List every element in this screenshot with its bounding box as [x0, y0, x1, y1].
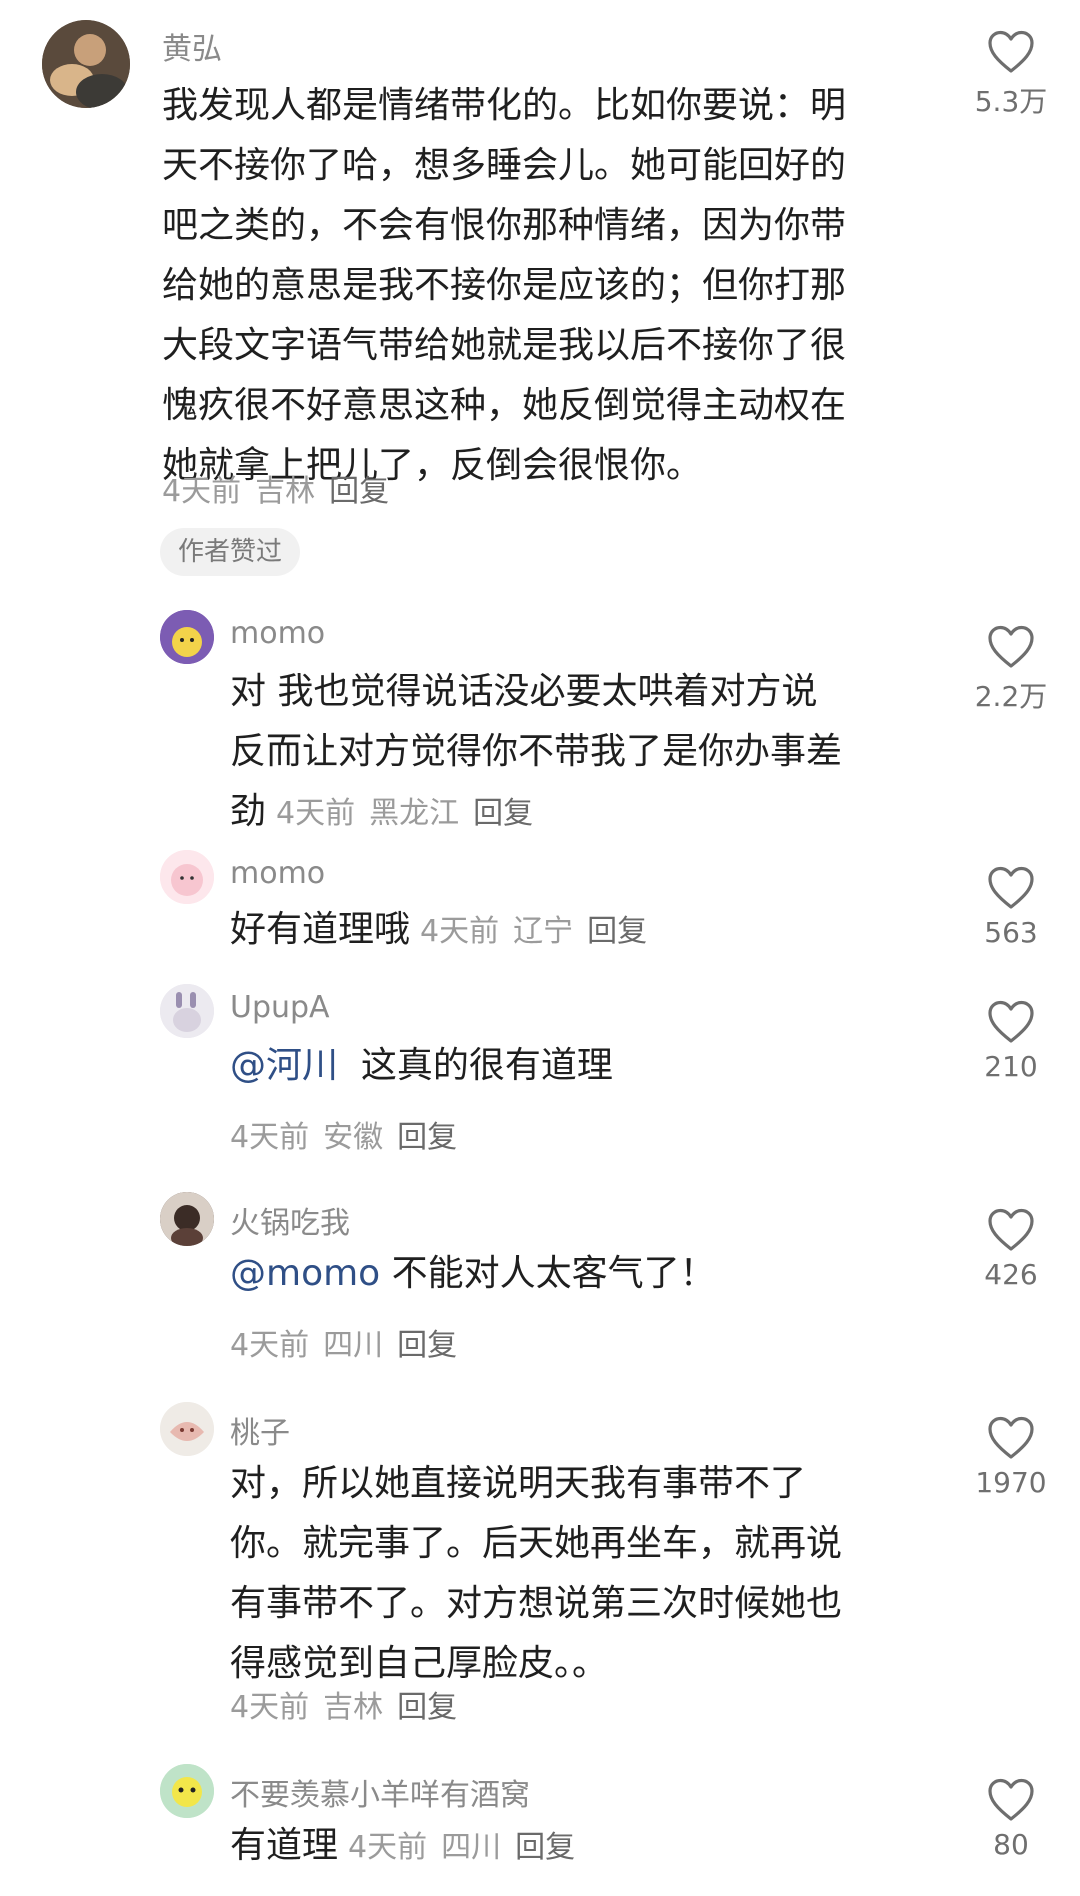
avatar[interactable]: [160, 850, 214, 904]
avatar[interactable]: [42, 20, 130, 108]
heart-outline-icon: [987, 625, 1035, 669]
timestamp: 4天前: [230, 1328, 310, 1363]
reply-button[interactable]: 回复: [515, 1830, 575, 1865]
mention-link[interactable]: @momo: [230, 1253, 380, 1294]
like-button[interactable]: 563: [961, 866, 1061, 949]
heart-outline-icon: [987, 1778, 1035, 1822]
location: 四川: [441, 1830, 502, 1865]
comment-text: 对 我也觉得说话没必要太哄着对方说 反而让对方觉得你不带我了是你办事差 劲 4天前…: [230, 671, 843, 832]
like-button[interactable]: 210: [961, 1000, 1061, 1083]
username[interactable]: 火锅吃我: [230, 1198, 350, 1242]
timestamp: 4天前: [162, 474, 242, 509]
username[interactable]: 黄弘: [162, 24, 222, 68]
username[interactable]: momo: [230, 856, 325, 891]
like-count: 2.2万: [974, 680, 1048, 713]
timestamp: 4天前: [230, 1120, 310, 1155]
username[interactable]: 桃子: [230, 1408, 290, 1452]
username[interactable]: 不要羡慕小羊咩有酒窝: [230, 1770, 530, 1814]
location: 辽宁: [513, 914, 574, 949]
timestamp: 4天前: [420, 914, 500, 949]
like-count: 210: [984, 1050, 1038, 1083]
comment-meta: 4天前 黑龙江 回复: [276, 796, 547, 831]
comment-meta: 4天前 辽宁 回复: [420, 914, 661, 949]
avatar[interactable]: [160, 984, 214, 1038]
comment-text: @河川 这真的很有道理: [230, 1045, 613, 1086]
heart-outline-icon: [987, 30, 1035, 74]
location: 四川: [323, 1328, 384, 1363]
like-button[interactable]: 80: [961, 1778, 1061, 1861]
reply-button[interactable]: 回复: [329, 474, 389, 509]
comment-text: @momo 不能对人太客气了！: [230, 1253, 716, 1294]
comment-meta: 4天前 四川 回复: [230, 1320, 471, 1364]
location: 黑龙江: [369, 796, 460, 831]
reply-button[interactable]: 回复: [397, 1120, 457, 1155]
author-liked-badge: 作者赞过: [160, 528, 301, 576]
heart-outline-icon: [987, 1416, 1035, 1460]
timestamp: 4天前: [348, 1830, 428, 1865]
comment-meta: 4天前 吉林 回复: [230, 1682, 471, 1726]
location: 吉林: [323, 1690, 384, 1725]
like-button[interactable]: 1970: [961, 1416, 1061, 1499]
like-button[interactable]: 426: [961, 1208, 1061, 1291]
like-button[interactable]: 2.2万: [961, 625, 1061, 715]
username[interactable]: momo: [230, 616, 325, 651]
heart-outline-icon: [987, 1000, 1035, 1044]
comment-meta: 4天前 安徽 回复: [230, 1112, 471, 1156]
reply-button[interactable]: 回复: [397, 1328, 457, 1363]
comment-text: 我发现人都是情绪带化的。比如你要说：明 天不接你了哈，想多睡会儿。她可能回好的 …: [162, 85, 847, 486]
comment-text: 好有道理哦 4天前 辽宁 回复: [230, 900, 930, 962]
username[interactable]: UpupA: [230, 990, 330, 1025]
like-count: 563: [984, 916, 1038, 949]
timestamp: 4天前: [276, 796, 356, 831]
heart-outline-icon: [987, 866, 1035, 910]
comment-text: 有道理 4天前 四川 回复: [230, 1816, 930, 1878]
like-button[interactable]: 5.3万: [961, 30, 1061, 120]
avatar[interactable]: [160, 1192, 214, 1246]
comment-meta: 4天前 吉林 回复: [162, 466, 403, 510]
comment-meta: 4天前 四川 回复: [348, 1830, 589, 1865]
location: 吉林: [255, 474, 316, 509]
timestamp: 4天前: [230, 1690, 310, 1725]
avatar[interactable]: [160, 1402, 214, 1456]
avatar[interactable]: [160, 610, 214, 664]
reply-button[interactable]: 回复: [397, 1690, 457, 1725]
avatar[interactable]: [160, 1764, 214, 1818]
like-count: 426: [984, 1258, 1038, 1291]
mention-link[interactable]: @河川: [230, 1045, 338, 1086]
reply-button[interactable]: 回复: [473, 796, 533, 831]
location: 安徽: [323, 1120, 384, 1155]
comment-text: 对，所以她直接说明天我有事带不了 你。就完事了。后天她再坐车，就再说 有事带不了…: [230, 1463, 843, 1684]
heart-outline-icon: [987, 1208, 1035, 1252]
like-count: 5.3万: [974, 85, 1048, 118]
reply-button[interactable]: 回复: [587, 914, 647, 949]
like-count: 80: [993, 1828, 1029, 1861]
like-count: 1970: [975, 1466, 1047, 1499]
